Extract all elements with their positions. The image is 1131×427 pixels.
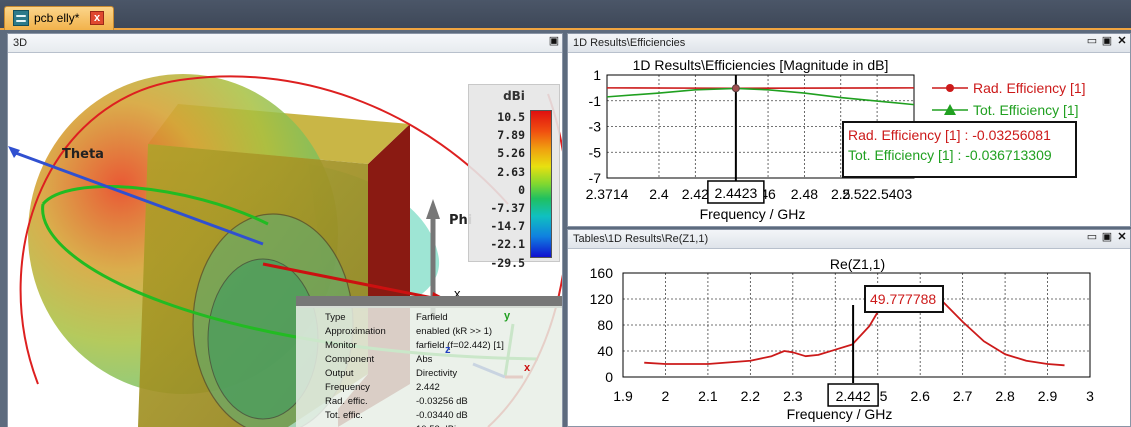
tooltip-rad-efficiency: Rad. Efficiency [1] : -0.03256081: [848, 127, 1051, 143]
tooltip-tot-efficiency: Tot. Efficiency [1] : -0.036713309: [848, 147, 1052, 163]
x-tick-label: 2.3714: [586, 186, 629, 202]
waves-icon: [13, 10, 29, 26]
colorbar-label: 10.5: [497, 110, 525, 124]
z-axis-label: z: [445, 344, 451, 356]
value-tooltip: 49.777788: [864, 285, 944, 313]
x-axis-label: Frequency / GHz: [700, 206, 806, 222]
x-tick-label: 2.6: [910, 388, 930, 404]
x-tick-label: 2.4: [649, 186, 669, 202]
y-tick-label: 0: [605, 369, 613, 385]
colorbar-unit: dBi: [503, 89, 525, 103]
efficiency-tooltip: Rad. Efficiency [1] : -0.03256081 Tot. E…: [842, 121, 1077, 178]
y-tick-label: 160: [590, 265, 614, 281]
colorbar-label: -22.1: [490, 237, 525, 252]
y-tick-label: 80: [597, 317, 613, 333]
re-z11-chart[interactable]: Re(Z1,1)160120804001.922.12.22.32.52.62.…: [568, 250, 1130, 427]
colorbar-label: 7.89: [497, 128, 525, 143]
info-key: Tot. effic.: [325, 410, 363, 421]
legend-entry: Tot. Efficiency [1]: [973, 102, 1079, 118]
y-tick-label: 40: [597, 343, 613, 359]
info-key: Type: [325, 312, 346, 323]
close-icon[interactable]: ✕: [1116, 36, 1128, 48]
cursor-marker: [731, 84, 740, 93]
panel-title-text: 3D: [13, 37, 28, 49]
y-tick-label: 1: [593, 67, 601, 83]
minimize-icon[interactable]: ▭: [1086, 232, 1098, 244]
cursor-label: 2.4423: [714, 185, 757, 201]
restore-icon[interactable]: ▣: [1101, 36, 1113, 48]
close-icon[interactable]: ✕: [1116, 232, 1128, 244]
y-tick-label: 120: [590, 291, 614, 307]
y-tick-label: -7: [589, 170, 602, 186]
x-tick-label: 2.48: [791, 186, 818, 202]
y-axis-label: y: [504, 310, 511, 322]
document-tab[interactable]: pcb elly* x: [4, 6, 114, 30]
x-tick-label: 1.9: [613, 388, 633, 404]
x-tick-label: 3: [1086, 388, 1094, 404]
theta-label: Theta: [62, 147, 104, 162]
chart-title: Re(Z1,1): [830, 256, 885, 272]
x-tick-label: 2.2: [741, 388, 761, 404]
info-value: -0.03440 dB: [416, 410, 468, 421]
colorbar-label: -7.37: [490, 201, 525, 215]
y-tick-label: -3: [589, 119, 602, 135]
x-tick-label: 2: [662, 388, 670, 404]
colorbar-label: -14.7: [490, 219, 525, 234]
tab-label: pcb elly*: [34, 11, 80, 25]
view-3d-panel: 3D ▣ Theta Phi x dBi 10.5 7.89 5.26 2.63…: [7, 33, 563, 427]
colorbar-label: 5.26: [497, 146, 525, 161]
colorbar-gradient: [530, 110, 552, 258]
x-tick-label: 2.42: [682, 186, 709, 202]
info-value: enabled (kR >> 1): [416, 326, 493, 337]
colorbar-label: -29.5: [490, 255, 525, 270]
x-axis-small-label: x: [524, 362, 531, 374]
panel-title-re-z11: Tables\1D Results\Re(Z1,1) ▭ ▣ ✕: [568, 230, 1130, 249]
x-tick-label: 2.522.5403: [842, 186, 912, 202]
x-tick-label: 2.9: [1038, 388, 1058, 404]
info-value: Farfield: [416, 312, 448, 323]
x-tick-label: 2.8: [995, 388, 1015, 404]
panel-title-3d: 3D ▣: [8, 34, 562, 53]
x-tick-label: 2.7: [953, 388, 973, 404]
legend-entry: Rad. Efficiency [1]: [973, 80, 1086, 96]
colorbar-label: 0: [518, 182, 525, 197]
info-key: Frequency: [325, 382, 370, 393]
chart-title: 1D Results\Efficiencies [Magnitude in dB…: [633, 57, 889, 73]
info-key: Rad. effic.: [325, 396, 368, 407]
info-key: Monitor: [325, 340, 357, 351]
farfield-3d-view[interactable]: Theta Phi x dBi 10.5 7.89 5.26 2.63 0 -7.37 -1…: [8, 54, 562, 427]
info-key: Approximation: [325, 326, 386, 337]
panel-title-efficiencies: 1D Results\Efficiencies ▭ ▣ ✕: [568, 34, 1130, 53]
info-value: 2.442: [416, 382, 440, 393]
maximize-icon[interactable]: ▣: [548, 36, 560, 48]
x-tick-label: 2.1: [698, 388, 718, 404]
legend-marker-circle: [946, 84, 954, 92]
minimize-icon[interactable]: ▭: [1086, 36, 1098, 48]
colorbar-legend: dBi 10.5 7.89 5.26 2.63 0 -7.37 -14.7 -22.1 -29.…: [468, 84, 560, 270]
y-tick-label: -5: [589, 144, 602, 160]
close-icon[interactable]: x: [90, 11, 104, 25]
info-value: -0.03256 dB: [416, 396, 468, 407]
info-value: Abs: [416, 354, 433, 365]
info-value: farfield (f=02.442) [1]: [416, 340, 504, 351]
info-key: Output: [325, 368, 354, 379]
restore-icon[interactable]: ▣: [1101, 232, 1113, 244]
panel-title-text: 1D Results\Efficiencies: [573, 37, 686, 49]
document-tab-bar: pcb elly* x: [0, 0, 1131, 30]
series-line: [606, 87, 915, 106]
info-value: Directivity: [416, 368, 458, 379]
x-axis-label: Frequency / GHz: [787, 406, 893, 422]
x-tick-label: 2.3: [783, 388, 803, 404]
colorbar-label: 2.63: [497, 164, 525, 179]
farfield-info-box: Type Farfield Approximation enabled (kR >> …: [296, 306, 562, 427]
cursor-label: 2.442: [836, 388, 871, 404]
info-key: Component: [325, 354, 375, 365]
efficiencies-panel: 1D Results\Efficiencies ▭ ▣ ✕ 1D Results…: [567, 33, 1131, 227]
panel-title-text: Tables\1D Results\Re(Z1,1): [573, 233, 709, 245]
y-tick-label: -1: [589, 93, 602, 109]
re-z11-panel: Tables\1D Results\Re(Z1,1) ▭ ▣ ✕ Re(Z1,1…: [567, 229, 1131, 427]
